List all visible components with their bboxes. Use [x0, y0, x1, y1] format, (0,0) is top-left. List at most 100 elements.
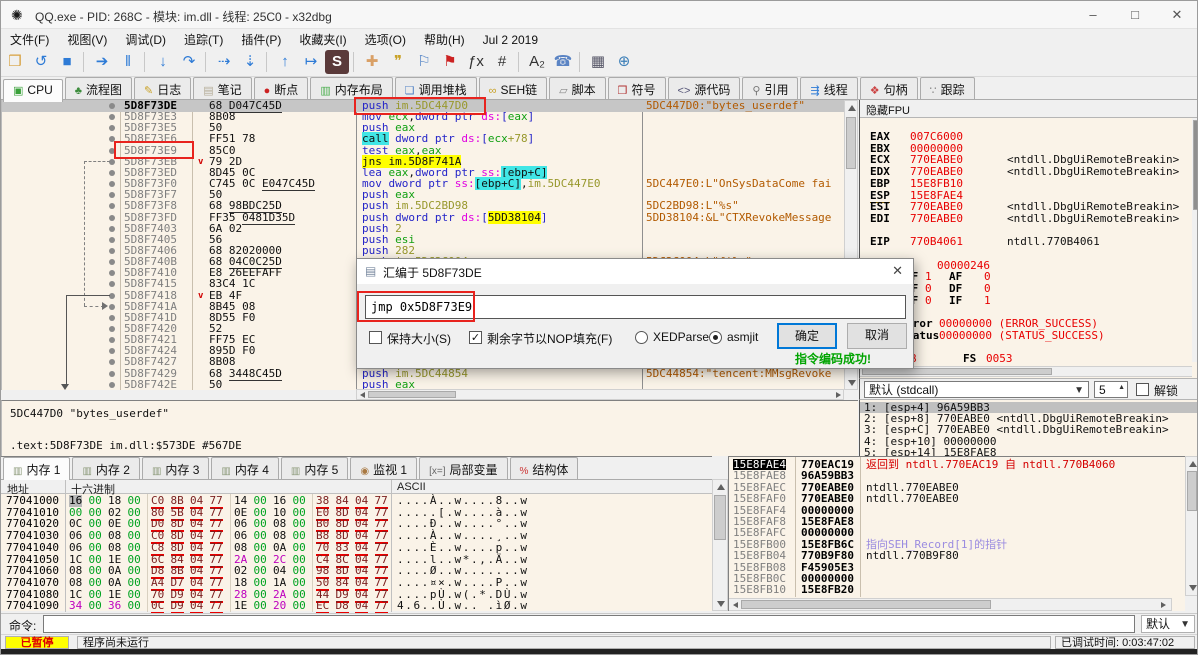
menu-item[interactable]: 追踪(T): [175, 29, 232, 50]
tab-源代码[interactable]: <> 源代码: [667, 77, 741, 99]
calling-convention-select[interactable]: 默认 (stdcall) ▼: [864, 381, 1089, 398]
command-profile-select[interactable]: 默认 ▼: [1141, 615, 1195, 633]
pause-icon[interactable]: ‖: [116, 50, 140, 74]
nop-fill-checkbox[interactable]: ✓: [469, 331, 482, 344]
menu-item[interactable]: 帮助(H): [415, 29, 474, 50]
instruction-dot-icon[interactable]: [109, 203, 115, 210]
registers-vscrollbar[interactable]: [1192, 118, 1197, 362]
asmjit-radio[interactable]: [709, 331, 722, 344]
menu-item[interactable]: 视图(V): [58, 29, 116, 50]
scroll-thumb[interactable]: [741, 600, 991, 609]
dump-row[interactable]: 77041090 34 00 36 00 0C D9 04 77 1E 00 20 00 EC D8 04 77…: [1, 600, 712, 615]
command-input[interactable]: [43, 615, 1135, 633]
scroll-up-icon[interactable]: [848, 105, 856, 111]
scroll-thumb[interactable]: [862, 368, 1052, 375]
argument-row[interactable]: 3: [esp+C] 770EABE0 <ntdll.DbgUiRemoteBr…: [860, 424, 1197, 435]
instruction-dot-icon[interactable]: [109, 314, 115, 321]
tab-脚本[interactable]: ▱ 脚本: [549, 77, 606, 99]
script-icon[interactable]: S: [325, 50, 349, 74]
tab-调用堆栈[interactable]: ❏ 调用堆栈: [394, 77, 477, 99]
instruction-dot-icon[interactable]: [109, 348, 115, 355]
stack-row[interactable]: 15E8FAF8 15E8FAE8: [729, 516, 1185, 527]
instruction-dot-icon[interactable]: [109, 337, 115, 344]
tab-线程[interactable]: ⇶ 线程: [800, 77, 858, 99]
menu-item[interactable]: 选项(O): [356, 29, 415, 50]
instruction-dot-icon[interactable]: [109, 125, 115, 132]
tab-内存 4[interactable]: ▥ 内存 4: [211, 457, 279, 479]
tab-引用[interactable]: ⚲ 引用: [742, 77, 799, 99]
bookmarks-icon[interactable]: ⚑: [438, 50, 462, 74]
tab-SEH链[interactable]: ∞ SEH链: [478, 77, 548, 99]
menu-item[interactable]: 插件(P): [232, 29, 290, 50]
calculator-icon[interactable]: ▦: [586, 50, 610, 74]
scroll-left-icon[interactable]: [360, 392, 365, 398]
trace-into-icon[interactable]: ⇢: [212, 50, 236, 74]
tab-局部变量[interactable]: [x=] 局部变量: [419, 457, 508, 479]
instruction-dot-icon[interactable]: [109, 303, 115, 310]
instruction-dot-icon[interactable]: [109, 259, 115, 266]
stack-row[interactable]: 15E8FAF0 770EABE0 ntdll.770EABE0: [729, 493, 1185, 504]
close-button[interactable]: ✕: [1157, 1, 1197, 28]
xedparse-radio[interactable]: [635, 331, 648, 344]
menu-item[interactable]: Jul 2 2019: [474, 31, 547, 49]
labels-icon[interactable]: ⚐: [412, 50, 436, 74]
arg-count-stepper[interactable]: 5 ▲▼: [1094, 381, 1128, 407]
stack-row[interactable]: 15E8FB10 15E8FB20: [729, 584, 1185, 595]
cancel-button[interactable]: 取消: [847, 323, 907, 349]
dialog-title-bar[interactable]: ▤ 汇编于 5D8F73DE ✕: [357, 259, 913, 284]
disasm-hscrollbar[interactable]: [356, 389, 844, 400]
tab-流程图[interactable]: ♣ 流程图: [64, 77, 132, 99]
instruction-dot-icon[interactable]: [109, 103, 115, 109]
argument-row[interactable]: 5: [esp+14] 15E8FAE8: [860, 447, 1197, 456]
instruction-dot-icon[interactable]: [109, 169, 115, 176]
instruction-dot-icon[interactable]: [109, 214, 115, 221]
instruction-dot-icon[interactable]: [109, 381, 115, 388]
stack-vscrollbar[interactable]: [1185, 456, 1197, 596]
minimize-button[interactable]: –: [1073, 1, 1113, 28]
scroll-down-icon[interactable]: [848, 380, 856, 386]
step-over-icon[interactable]: ↷: [177, 50, 201, 74]
run-icon[interactable]: ➔: [90, 50, 114, 74]
stack-panel[interactable]: 15E8FAE4 770EAC19 返回到 ntdll.770EAC19 自 ntd…: [728, 456, 1185, 611]
tab-结构体[interactable]: % 结构体: [509, 457, 579, 479]
tab-监视 1[interactable]: ◉ 监视 1: [350, 457, 418, 479]
tab-内存 1[interactable]: ▥ 内存 1: [3, 457, 71, 480]
menu-item[interactable]: 收藏夹(I): [290, 29, 355, 50]
tab-断点[interactable]: ● 断点: [253, 77, 309, 99]
register-row[interactable]: EDI 770EABE0 <ntdll.DbgUiRemoteBreakin>: [860, 212, 1190, 225]
strings-icon[interactable]: A₂: [525, 50, 549, 74]
tab-内存 2[interactable]: ▥ 内存 2: [72, 457, 140, 479]
argument-row[interactable]: 4: [esp+10] 00000000: [860, 436, 1197, 447]
dump-row[interactable]: 77041040 06 00 08 00 C8 8D 04 77 08 00 0A 00 70 83 04 77…: [1, 541, 712, 556]
keep-size-checkbox[interactable]: [369, 331, 382, 344]
stack-row[interactable]: 15E8FAF4 00000000: [729, 505, 1185, 516]
call-sequence-icon[interactable]: ☎: [551, 50, 575, 74]
scroll-up-icon[interactable]: [1189, 461, 1197, 467]
arguments-panel[interactable]: 1: [esp+4] 96A59BB3 2: [esp+8] 770EABE0 <…: [859, 399, 1197, 456]
instruction-dot-icon[interactable]: [109, 359, 115, 366]
run-to-user-code-icon[interactable]: ↦: [299, 50, 323, 74]
instruction-dot-icon[interactable]: [109, 114, 115, 121]
instruction-dot-icon[interactable]: [109, 236, 115, 243]
trace-over-icon[interactable]: ⇣: [238, 50, 262, 74]
tab-笔记[interactable]: ▤ 笔记: [193, 77, 252, 99]
open-folder-icon[interactable]: ❒: [3, 50, 27, 74]
tab-内存布局[interactable]: ▥ 内存布局: [310, 77, 393, 99]
register-row[interactable]: EBP 15E8FB10: [860, 177, 1190, 190]
scroll-thumb[interactable]: [846, 117, 856, 169]
tab-CPU[interactable]: ▣ CPU: [3, 79, 63, 102]
tab-日志[interactable]: ✎ 日志: [133, 77, 192, 99]
instruction-dot-icon[interactable]: [109, 281, 115, 288]
scroll-thumb[interactable]: [1187, 471, 1197, 511]
execute-till-return-icon[interactable]: ↑: [273, 50, 297, 74]
functions-icon[interactable]: ƒx: [464, 50, 488, 74]
menu-item[interactable]: 调试(D): [116, 29, 175, 50]
stack-row[interactable]: 15E8FB0C 00000000: [729, 573, 1185, 584]
instruction-dot-icon[interactable]: [109, 247, 115, 254]
step-into-icon[interactable]: ↓: [151, 50, 175, 74]
scroll-thumb[interactable]: [714, 495, 726, 540]
stack-hscrollbar[interactable]: [729, 598, 1172, 611]
tab-句柄[interactable]: ❖ 句柄: [859, 77, 918, 99]
globe-icon[interactable]: ⊕: [612, 50, 636, 74]
instruction-dot-icon[interactable]: [109, 326, 115, 332]
